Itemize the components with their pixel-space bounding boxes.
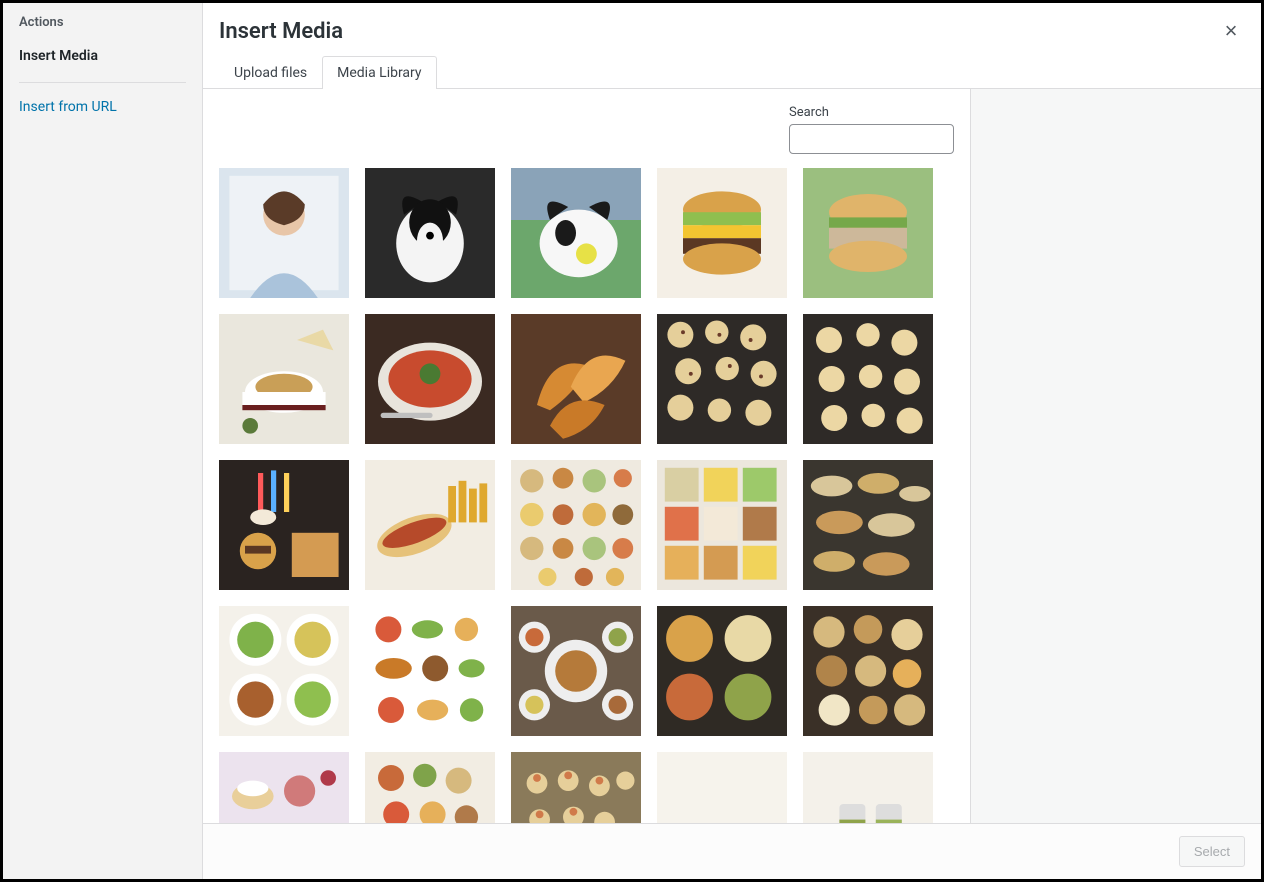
close-button[interactable]: × [1213, 13, 1249, 49]
attachments-browser[interactable]: Search [203, 89, 971, 823]
media-thumbnail[interactable] [219, 752, 349, 823]
media-thumbnail[interactable] [657, 168, 787, 298]
media-thumbnail[interactable] [219, 460, 349, 590]
media-thumbnail[interactable] [657, 314, 787, 444]
media-grid [219, 168, 954, 823]
sidebar-item-insert-media[interactable]: Insert Media [3, 38, 202, 74]
main-area: Search [203, 89, 1261, 823]
media-thumbnail[interactable] [803, 168, 933, 298]
media-thumbnail[interactable] [511, 314, 641, 444]
modal-content: Insert Media × Upload files Media Librar… [203, 3, 1261, 879]
modal-header: Insert Media × [203, 3, 1261, 55]
media-thumbnail[interactable] [365, 314, 495, 444]
media-thumbnail[interactable] [803, 752, 933, 823]
modal-title: Insert Media [219, 3, 1245, 55]
media-thumbnail[interactable] [803, 606, 933, 736]
media-thumbnail[interactable] [511, 460, 641, 590]
media-thumbnail[interactable] [219, 314, 349, 444]
attachment-details-sidebar [971, 89, 1261, 823]
close-icon: × [1225, 18, 1238, 44]
media-thumbnail[interactable] [657, 606, 787, 736]
modal-sidebar: Actions Insert Media Insert from URL [3, 3, 203, 879]
media-thumbnail[interactable] [219, 606, 349, 736]
media-thumbnail[interactable] [803, 460, 933, 590]
insert-media-modal: Actions Insert Media Insert from URL Ins… [3, 3, 1261, 879]
media-thumbnail[interactable] [511, 752, 641, 823]
media-thumbnail[interactable] [365, 168, 495, 298]
media-thumbnail[interactable] [657, 460, 787, 590]
tab-media-library[interactable]: Media Library [322, 56, 436, 89]
tab-upload-files[interactable]: Upload files [219, 56, 322, 89]
media-thumbnail[interactable] [365, 460, 495, 590]
media-thumbnail[interactable] [657, 752, 787, 823]
sidebar-link-insert-from-url[interactable]: Insert from URL [3, 91, 202, 123]
media-thumbnail[interactable] [803, 314, 933, 444]
sidebar-separator [19, 82, 186, 83]
modal-footer: Select [203, 823, 1261, 879]
media-thumbnail[interactable] [365, 606, 495, 736]
search-input[interactable] [789, 124, 954, 154]
search-label: Search [789, 105, 954, 120]
media-thumbnail[interactable] [365, 752, 495, 823]
media-thumbnail[interactable] [219, 168, 349, 298]
select-button[interactable]: Select [1179, 836, 1245, 867]
media-thumbnail[interactable] [511, 606, 641, 736]
sidebar-heading: Actions [3, 3, 202, 38]
tabs-router: Upload files Media Library [203, 55, 1261, 89]
media-thumbnail[interactable] [511, 168, 641, 298]
